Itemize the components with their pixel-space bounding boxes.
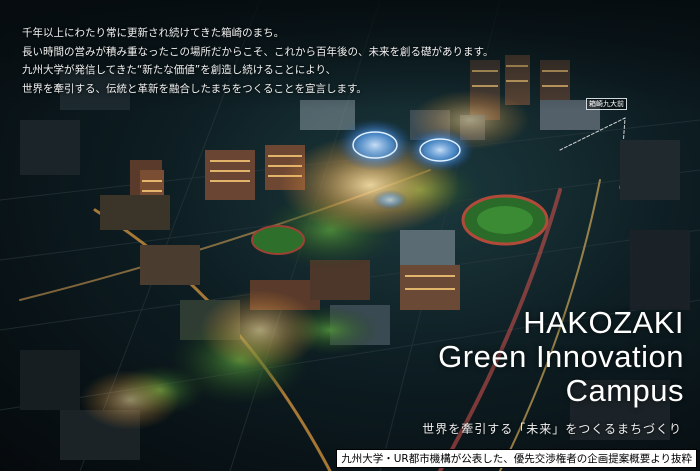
source-caption: 九州大学・UR都市機構が公表した、優先交渉権者の企画提案概要より抜粋 <box>336 449 697 468</box>
campus-title: HAKOZAKI Green Innovation Campus <box>438 306 684 408</box>
intro-line: 九州大学が発信してきた“新たな価値”を創造し続けることにより、 <box>22 64 337 76</box>
station-sign: 箱崎九大前 <box>586 98 627 110</box>
title-line-3: Campus <box>565 373 684 408</box>
intro-text: 千年以上にわたり常に更新され続けてきた箱崎のまち。 長い時間の営みが積み重なった… <box>22 24 502 98</box>
aerial-rendering: 千年以上にわたり常に更新され続けてきた箱崎のまち。 長い時間の営みが積み重なった… <box>0 0 700 471</box>
intro-line: 世界を牽引する、伝統と革新を融合したまちをつくることを宣言します。 <box>22 82 367 95</box>
tagline: 世界を牽引する「未来」をつくるまちづくり <box>422 422 682 436</box>
title-line-2: Green Innovation <box>438 339 684 374</box>
intro-line: 千年以上にわたり常に更新され続けてきた箱崎のまち。 <box>22 27 285 39</box>
title-line-1: HAKOZAKI <box>523 305 684 340</box>
intro-line: 長い時間の営みが積み重なったこの場所だからこそ、これから百年後の、未来を創る礎が… <box>22 45 494 58</box>
